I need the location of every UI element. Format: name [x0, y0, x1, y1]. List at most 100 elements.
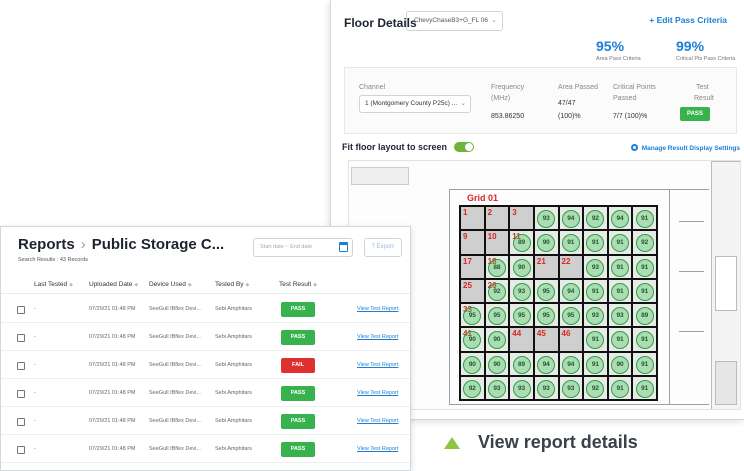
- grid-cell[interactable]: 95: [484, 303, 510, 328]
- row-checkbox[interactable]: [17, 446, 25, 454]
- grid-cell[interactable]: 2: [484, 206, 510, 231]
- grid-cell[interactable]: 44: [509, 327, 534, 352]
- grid-cell[interactable]: 9: [460, 230, 485, 255]
- grid-cell[interactable]: 17: [460, 254, 485, 279]
- view-test-report-link[interactable]: View Test Report: [357, 418, 398, 424]
- grid-cell[interactable]: 91: [607, 230, 633, 255]
- grid-cell[interactable]: 91: [632, 206, 657, 231]
- grid-cell[interactable]: 11 89: [509, 230, 534, 255]
- row-checkbox[interactable]: [17, 418, 25, 426]
- view-test-report-link[interactable]: View Test Report: [357, 334, 398, 340]
- channel-select[interactable]: 1 (Montgomery County P25c) ... ⌄: [359, 95, 471, 113]
- grid-cell[interactable]: 93: [484, 375, 510, 400]
- grid-cell[interactable]: 93: [583, 303, 608, 328]
- view-test-report-link[interactable]: View Test Report: [357, 446, 398, 452]
- grid-cell[interactable]: 94: [533, 351, 559, 376]
- cell-last-tested: -: [34, 306, 36, 312]
- column-header-uploaded-date[interactable]: Uploaded Date ◆: [89, 281, 138, 288]
- grid-cell[interactable]: 25: [460, 278, 485, 303]
- calendar-icon[interactable]: [339, 242, 348, 252]
- grid-cell[interactable]: 93: [583, 254, 608, 279]
- edit-pass-criteria-link[interactable]: + Edit Pass Criteria: [649, 15, 727, 25]
- grid-cell[interactable]: 92: [583, 375, 608, 400]
- grid-cell-number: 44: [512, 329, 522, 339]
- grid-cell[interactable]: 91: [607, 278, 633, 303]
- grid-cell-reading: 89: [512, 355, 531, 374]
- grid-cell[interactable]: 91: [632, 375, 657, 400]
- grid-cell[interactable]: 46: [558, 327, 584, 352]
- row-checkbox[interactable]: [17, 306, 25, 314]
- table-row[interactable]: - 07/29/21 01:48 PM SeeGull IBflex Devi...…: [1, 325, 410, 351]
- grid-cell[interactable]: 90: [460, 351, 485, 376]
- grid-cell[interactable]: 22: [558, 254, 584, 279]
- view-test-report-link[interactable]: View Test Report: [357, 306, 398, 312]
- grid-cell[interactable]: 92: [632, 230, 657, 255]
- grid-cell[interactable]: 94: [607, 206, 633, 231]
- grid-cell[interactable]: 93: [509, 375, 534, 400]
- manage-display-settings-link[interactable]: Manage Result Display Settings: [630, 144, 740, 152]
- table-row[interactable]: - 07/29/21 01:48 PM SeeGull IBflex Devi...…: [1, 297, 410, 323]
- grid-cell[interactable]: 1: [460, 206, 485, 231]
- table-row[interactable]: - 07/29/21 01:48 PM SeeGull IBflex Devi...…: [1, 353, 410, 379]
- column-header-tested-by[interactable]: Tested By ◆: [215, 281, 249, 288]
- grid-cell[interactable]: 95: [509, 303, 534, 328]
- reports-title[interactable]: Reports: [18, 236, 75, 253]
- column-header-last-tested[interactable]: Last Tested ◆: [34, 281, 73, 288]
- view-test-report-link[interactable]: View Test Report: [357, 362, 398, 368]
- grid-cell[interactable]: 3: [509, 206, 534, 231]
- floor-select[interactable]: ChevyChaseB3+G_FL 06 ⌄: [406, 11, 503, 31]
- grid-cell[interactable]: 18 88: [484, 254, 510, 279]
- grid-cell[interactable]: 91: [583, 230, 608, 255]
- grid-cell[interactable]: 95: [558, 303, 584, 328]
- grid-cell[interactable]: 91: [632, 278, 657, 303]
- grid-cell[interactable]: 91: [583, 327, 608, 352]
- grid-cell[interactable]: 93: [533, 206, 559, 231]
- table-row[interactable]: - 07/29/21 01:48 PM SeeGull IBflex Devi...…: [1, 409, 410, 435]
- export-button[interactable]: ⤒ Export: [364, 238, 402, 257]
- channel-header: Channel: [359, 84, 386, 91]
- grid-cell[interactable]: 33 95: [460, 303, 485, 328]
- grid-cell[interactable]: 94: [558, 206, 584, 231]
- column-header-test-result[interactable]: Test Result ◆: [279, 281, 317, 288]
- grid-cell[interactable]: 10: [484, 230, 510, 255]
- grid-cell[interactable]: 91: [607, 375, 633, 400]
- grid-cell[interactable]: 90: [533, 230, 559, 255]
- grid-cell[interactable]: 45: [533, 327, 559, 352]
- grid-cell[interactable]: 90: [509, 254, 534, 279]
- column-header-device-used[interactable]: Device Used ◆: [149, 281, 192, 288]
- grid-cell[interactable]: 92: [583, 206, 608, 231]
- grid-cell[interactable]: 93: [558, 375, 584, 400]
- grid-cell[interactable]: 91: [607, 327, 633, 352]
- grid-cell[interactable]: 91: [583, 278, 608, 303]
- grid-cell[interactable]: 41 90: [460, 327, 485, 352]
- grid-cell[interactable]: 21: [533, 254, 559, 279]
- grid-cell[interactable]: 91: [632, 327, 657, 352]
- grid-cell[interactable]: 94: [558, 351, 584, 376]
- grid-cell[interactable]: 89: [632, 303, 657, 328]
- grid-cell[interactable]: 91: [607, 254, 633, 279]
- grid-cell[interactable]: 95: [533, 278, 559, 303]
- grid-cell[interactable]: 91: [632, 351, 657, 376]
- grid-cell[interactable]: 94: [558, 278, 584, 303]
- row-checkbox[interactable]: [17, 390, 25, 398]
- row-checkbox[interactable]: [17, 362, 25, 370]
- grid-cell[interactable]: 93: [509, 278, 534, 303]
- grid-cell[interactable]: 91: [558, 230, 584, 255]
- table-row[interactable]: - 07/29/21 01:48 PM SeeGull IBflex Devi...…: [1, 381, 410, 407]
- fit-floor-toggle[interactable]: [454, 142, 474, 152]
- grid-cell[interactable]: 90: [484, 327, 510, 352]
- table-row[interactable]: - 07/29/21 01:48 PM SeeGull IBflex Devi...…: [1, 437, 410, 463]
- grid-cell[interactable]: 26 92: [484, 278, 510, 303]
- grid-cell[interactable]: 91: [632, 254, 657, 279]
- grid-cell[interactable]: 90: [484, 351, 510, 376]
- grid-cell[interactable]: 90: [607, 351, 633, 376]
- grid-cell[interactable]: 95: [533, 303, 559, 328]
- grid-cell[interactable]: 93: [607, 303, 633, 328]
- grid-cell[interactable]: 91: [583, 351, 608, 376]
- view-test-report-link[interactable]: View Test Report: [357, 390, 398, 396]
- row-checkbox[interactable]: [17, 334, 25, 342]
- grid-cell[interactable]: 89: [509, 351, 534, 376]
- date-range-input[interactable]: Start date ~ End date: [253, 238, 353, 257]
- grid-cell[interactable]: 92: [460, 375, 485, 400]
- grid-cell[interactable]: 93: [533, 375, 559, 400]
